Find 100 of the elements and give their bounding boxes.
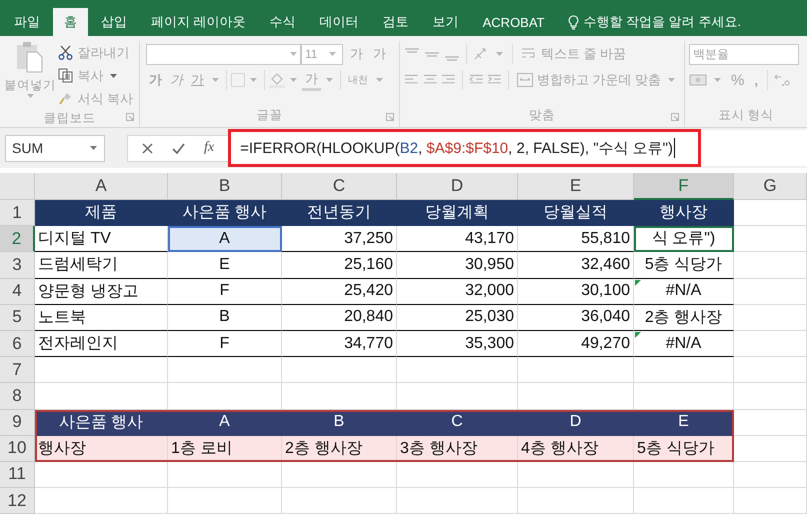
table-cell[interactable] [634, 383, 734, 410]
table-cell[interactable]: 43,170 [397, 226, 518, 252]
table-cell[interactable] [282, 383, 397, 410]
table-cell[interactable] [397, 462, 518, 488]
table-cell[interactable] [518, 488, 634, 514]
table-cell[interactable] [35, 488, 168, 514]
insert-function-button[interactable]: fx [204, 140, 214, 156]
table-cell[interactable]: 당월실적 [518, 200, 634, 226]
table-cell[interactable]: 25,030 [397, 304, 518, 331]
row-header[interactable]: 2 [0, 226, 35, 252]
table-cell[interactable]: 37,250 [282, 226, 397, 252]
table-cell[interactable]: F [168, 278, 282, 305]
error-indicator-icon[interactable] [635, 332, 641, 338]
table-cell[interactable] [518, 357, 634, 384]
table-cell[interactable]: A [168, 226, 282, 252]
row-header[interactable]: 11 [0, 462, 35, 488]
error-indicator-icon[interactable] [635, 280, 641, 286]
table-cell[interactable]: 5층 식당가 [634, 252, 734, 279]
table-cell[interactable]: 제품 [35, 200, 168, 226]
row-header[interactable]: 12 [0, 488, 35, 514]
table-cell[interactable]: 25,420 [282, 278, 397, 305]
table-cell[interactable]: 30,100 [518, 278, 634, 305]
table-cell[interactable]: 32,000 [397, 278, 518, 305]
table-cell[interactable]: 전자레인지 [35, 330, 168, 358]
column-header[interactable]: A [35, 173, 168, 200]
row-header[interactable]: 7 [0, 357, 35, 384]
table-cell[interactable]: 양문형 냉장고 [35, 278, 168, 305]
table-cell[interactable]: 20,840 [282, 304, 397, 331]
table-cell[interactable]: 49,270 [518, 330, 634, 358]
table-cell[interactable] [734, 278, 807, 305]
table-cell[interactable]: 2층 행사장 [634, 304, 734, 331]
row-header[interactable]: 1 [0, 200, 35, 226]
tell-me-search[interactable]: 수행할 작업을 알려 주세요. [584, 13, 741, 31]
table-cell[interactable] [282, 357, 397, 384]
table-cell[interactable] [734, 462, 807, 488]
ribbon-tab[interactable]: 홈 [53, 8, 88, 36]
column-header[interactable]: F [634, 173, 734, 200]
column-header[interactable]: D [397, 173, 518, 200]
table-cell[interactable] [168, 488, 282, 514]
table-cell[interactable]: B [168, 304, 282, 331]
table-cell[interactable] [397, 357, 518, 384]
table-cell[interactable]: 드럼세탁기 [35, 252, 168, 279]
table-cell[interactable] [634, 488, 734, 514]
table-cell[interactable]: E [168, 252, 282, 279]
table-cell[interactable]: 사은품 행사 [168, 200, 282, 226]
table-cell[interactable]: 35,300 [397, 330, 518, 358]
ribbon-tab[interactable]: 파일 [3, 8, 51, 36]
row-header[interactable]: 6 [0, 330, 35, 358]
table-cell[interactable] [35, 462, 168, 488]
table-cell[interactable] [734, 200, 807, 226]
table-cell[interactable] [734, 304, 807, 331]
row-header[interactable]: 8 [0, 383, 35, 410]
table-cell[interactable] [168, 383, 282, 410]
table-cell[interactable] [518, 462, 634, 488]
table-cell[interactable] [734, 226, 807, 252]
table-cell[interactable]: 4층 행사장 [518, 436, 634, 462]
table-cell[interactable]: 행사장 [634, 200, 734, 226]
table-cell[interactable] [634, 357, 734, 384]
table-cell[interactable]: F [168, 330, 282, 358]
table-cell[interactable]: 36,040 [518, 304, 634, 331]
decimal-icon[interactable] [774, 73, 792, 87]
table-cell[interactable]: 55,810 [518, 226, 634, 252]
table-cell[interactable] [282, 462, 397, 488]
table-cell[interactable] [734, 488, 807, 514]
font-name-field[interactable] [146, 44, 301, 64]
table-cell[interactable]: 3층 행사장 [397, 436, 518, 462]
table-cell[interactable]: 1층 로비 [168, 436, 282, 462]
row-header[interactable]: 4 [0, 278, 35, 305]
select-all-button[interactable] [0, 173, 35, 200]
table-cell[interactable]: 당월계획 [397, 200, 518, 226]
name-box[interactable]: SUM [5, 134, 105, 162]
row-header[interactable]: 9 [0, 410, 35, 436]
table-cell[interactable]: 노트북 [35, 304, 168, 331]
table-cell[interactable] [734, 330, 807, 358]
fill-bucket-icon[interactable] [269, 72, 285, 88]
cancel-icon[interactable] [142, 142, 153, 154]
column-header[interactable]: B [168, 173, 282, 200]
table-cell[interactable] [397, 488, 518, 514]
table-cell[interactable]: #N/A [634, 278, 734, 305]
table-cell[interactable] [634, 462, 734, 488]
table-cell[interactable]: #N/A [634, 330, 734, 358]
table-cell[interactable] [734, 383, 807, 410]
border-icon[interactable] [231, 73, 245, 87]
dialog-launcher-icon[interactable] [386, 113, 394, 121]
ribbon-tab[interactable]: 검토 [372, 8, 420, 36]
table-cell[interactable]: 행사장 [35, 436, 168, 462]
ribbon-tab[interactable]: 페이지 레이아웃 [140, 8, 257, 36]
table-cell[interactable]: 5층 식당가 [634, 436, 734, 462]
row-header[interactable]: 10 [0, 436, 35, 462]
table-cell[interactable] [168, 357, 282, 384]
dialog-launcher-icon[interactable] [126, 113, 134, 121]
table-cell[interactable] [734, 410, 807, 436]
table-cell[interactable] [35, 357, 168, 384]
table-cell[interactable]: 30,950 [397, 252, 518, 279]
ribbon-tab[interactable]: 보기 [422, 8, 470, 36]
ribbon-tab[interactable]: 삽입 [90, 8, 138, 36]
table-cell[interactable] [734, 252, 807, 279]
table-cell[interactable]: 2층 행사장 [282, 436, 397, 462]
ribbon-tab[interactable]: 데이터 [308, 8, 370, 36]
row-header[interactable]: 5 [0, 304, 35, 331]
